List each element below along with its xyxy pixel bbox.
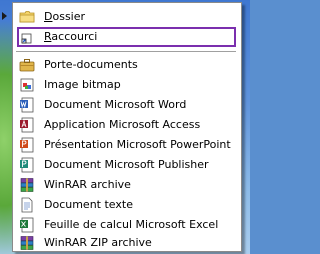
menu-item-label: Feuille de calcul Microsoft Excel <box>44 218 219 231</box>
menu-item-label: Document texte <box>44 198 133 211</box>
menu-item-label: Image bitmap <box>44 78 121 91</box>
submenu-arrow-icon <box>2 12 7 20</box>
menu-item-label: Porte-documents <box>44 58 138 71</box>
word-icon <box>20 97 34 113</box>
menu-item-powerpoint[interactable]: Présentation Microsoft PowerPoint <box>13 135 239 155</box>
text-document-icon <box>21 197 33 213</box>
folder-icon <box>19 11 35 23</box>
menu-item-excel[interactable]: Feuille de calcul Microsoft Excel <box>13 215 239 235</box>
winrar-zip-icon <box>20 236 34 250</box>
bitmap-icon <box>20 78 34 92</box>
menu-item-label: Document Microsoft Word <box>44 98 187 111</box>
menu-item-label: Document Microsoft Publisher <box>44 158 209 171</box>
winrar-icon <box>20 178 34 192</box>
menu-item-label: Présentation Microsoft PowerPoint <box>44 138 231 151</box>
menu-item-word[interactable]: Document Microsoft Word <box>13 95 239 115</box>
menu-separator <box>16 51 236 52</box>
menu-item-label: WinRAR archive <box>44 178 131 191</box>
menu-item-text-document[interactable]: Document texte <box>13 195 239 215</box>
menu-item-winrar[interactable]: WinRAR archive <box>13 175 239 195</box>
menu-item-label: WinRAR ZIP archive <box>44 236 152 249</box>
selection-highlight <box>17 27 236 47</box>
access-icon <box>20 117 34 133</box>
excel-icon <box>20 217 34 233</box>
menu-item-label: Dossier <box>44 10 86 23</box>
menu-item-publisher[interactable]: Document Microsoft Publisher <box>13 155 239 175</box>
publisher-icon <box>20 157 34 173</box>
menu-item-briefcase[interactable]: Porte-documents <box>13 55 239 75</box>
menu-item-winrar-zip[interactable]: WinRAR ZIP archive <box>13 233 239 253</box>
menu-item-access[interactable]: Application Microsoft Access <box>13 115 239 135</box>
menu-item-label: Application Microsoft Access <box>44 118 201 131</box>
parent-menu-strip <box>0 0 12 254</box>
briefcase-icon <box>19 59 35 72</box>
menu-item-folder[interactable]: Dossier <box>13 7 239 27</box>
menu-item-bitmap[interactable]: Image bitmap <box>13 75 239 95</box>
powerpoint-icon <box>20 137 34 153</box>
new-submenu: Dossier Raccourci Porte-documents Image … <box>12 2 242 252</box>
